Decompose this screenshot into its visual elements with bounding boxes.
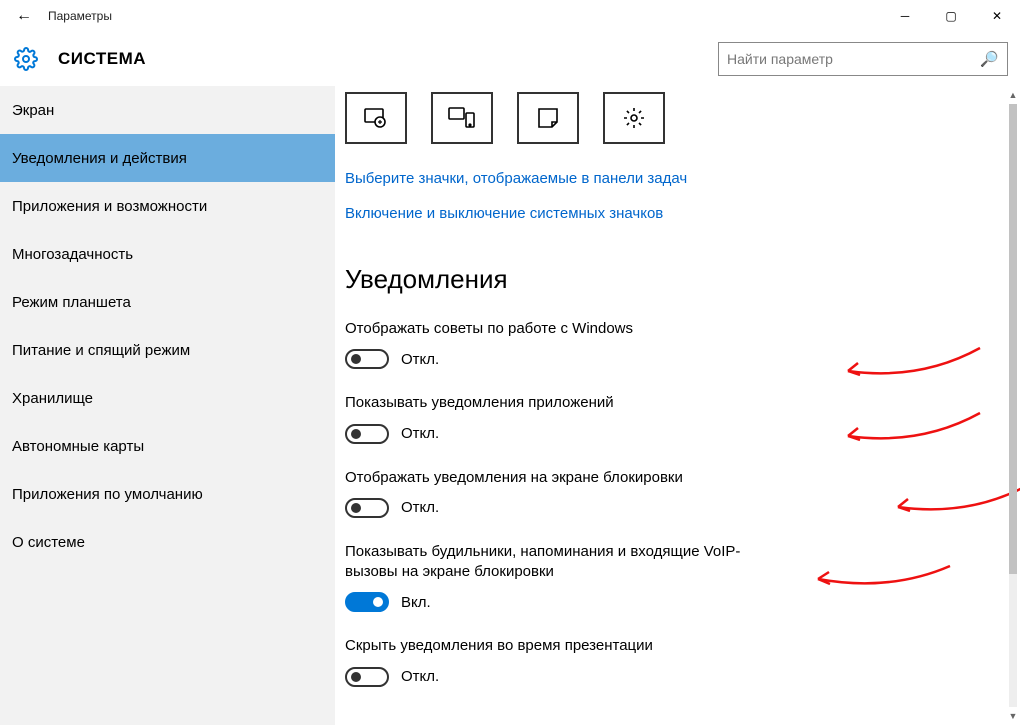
toggle-state-text: Откл. [401,668,439,685]
toggle-row: Откл. [345,667,1010,687]
toggle-state-text: Откл. [401,499,439,516]
window-title: Параметры [48,9,882,23]
link-taskbar-icons[interactable]: Выберите значки, отображаемые в панели з… [345,170,1010,187]
scrollbar[interactable]: ▲ ▼ [1006,86,1020,725]
quick-action-note[interactable] [517,92,579,144]
project-icon [448,107,476,129]
settings-icon [12,45,40,73]
quick-action-tablet[interactable] [345,92,407,144]
scroll-thumb[interactable] [1009,104,1017,574]
toggle-state-text: Вкл. [401,594,431,611]
option-3: Показывать будильники, напоминания и вхо… [345,542,1010,613]
sidebar-item-4[interactable]: Режим планшета [0,278,335,326]
quick-action-project[interactable] [431,92,493,144]
content: Выберите значки, отображаемые в панели з… [335,86,1020,725]
settings-gear-icon [622,106,646,130]
tablet-mode-icon [363,107,389,129]
option-label: Показывать будильники, напоминания и вхо… [345,542,775,583]
link-system-icons[interactable]: Включение и выключение системных значков [345,205,1010,222]
option-1: Показывать уведомления приложений Откл. [345,393,1010,443]
maximize-button[interactable]: ▢ [928,0,974,32]
search-icon: 🔍 [980,50,999,68]
toggle-state-text: Откл. [401,351,439,368]
note-icon [537,107,559,129]
search-placeholder: Найти параметр [727,51,980,67]
quick-action-settings[interactable] [603,92,665,144]
option-label: Показывать уведомления приложений [345,393,775,413]
sidebar-item-0[interactable]: Экран [0,86,335,134]
sidebar-item-6[interactable]: Хранилище [0,374,335,422]
toggle-switch[interactable] [345,592,389,612]
back-button[interactable]: ← [0,7,48,25]
toggle-switch[interactable] [345,667,389,687]
titlebar: ← Параметры ─ ▢ ✕ [0,0,1020,32]
layout: ЭкранУведомления и действияПриложения и … [0,86,1020,725]
scroll-track[interactable] [1009,104,1017,707]
toggle-knob [351,672,361,682]
toggle-knob [351,429,361,439]
quick-actions-row [345,92,1010,144]
sidebar-item-7[interactable]: Автономные карты [0,422,335,470]
option-label: Скрыть уведомления во время презентации [345,636,775,656]
toggle-state-text: Откл. [401,425,439,442]
option-2: Отображать уведомления на экране блокиро… [345,468,1010,518]
toggle-row: Откл. [345,424,1010,444]
close-button[interactable]: ✕ [974,0,1020,32]
toggle-row: Откл. [345,498,1010,518]
toggle-switch[interactable] [345,349,389,369]
sidebar-item-8[interactable]: Приложения по умолчанию [0,470,335,518]
sidebar-item-3[interactable]: Многозадачность [0,230,335,278]
toggle-knob [351,354,361,364]
sidebar-item-2[interactable]: Приложения и возможности [0,182,335,230]
sidebar: ЭкранУведомления и действияПриложения и … [0,86,335,725]
option-label: Отображать советы по работе с Windows [345,319,775,339]
caption-buttons: ─ ▢ ✕ [882,0,1020,32]
option-4: Скрыть уведомления во время презентации О… [345,636,1010,686]
option-label: Отображать уведомления на экране блокиро… [345,468,775,488]
section-title: СИСТЕМА [58,49,718,69]
scroll-up-icon[interactable]: ▲ [1006,86,1020,104]
toggle-row: Вкл. [345,592,1010,612]
toggle-knob [351,503,361,513]
sidebar-item-1[interactable]: Уведомления и действия [0,134,335,182]
toggle-row: Откл. [345,349,1010,369]
toggle-switch[interactable] [345,498,389,518]
notifications-heading: Уведомления [345,264,1010,295]
toggle-knob [373,597,383,607]
search-input[interactable]: Найти параметр 🔍 [718,42,1008,76]
sidebar-item-9[interactable]: О системе [0,518,335,566]
option-0: Отображать советы по работе с Windows Отк… [345,319,1010,369]
scroll-down-icon[interactable]: ▼ [1006,707,1020,725]
header: СИСТЕМА Найти параметр 🔍 [0,32,1020,86]
minimize-button[interactable]: ─ [882,0,928,32]
toggle-switch[interactable] [345,424,389,444]
sidebar-item-5[interactable]: Питание и спящий режим [0,326,335,374]
